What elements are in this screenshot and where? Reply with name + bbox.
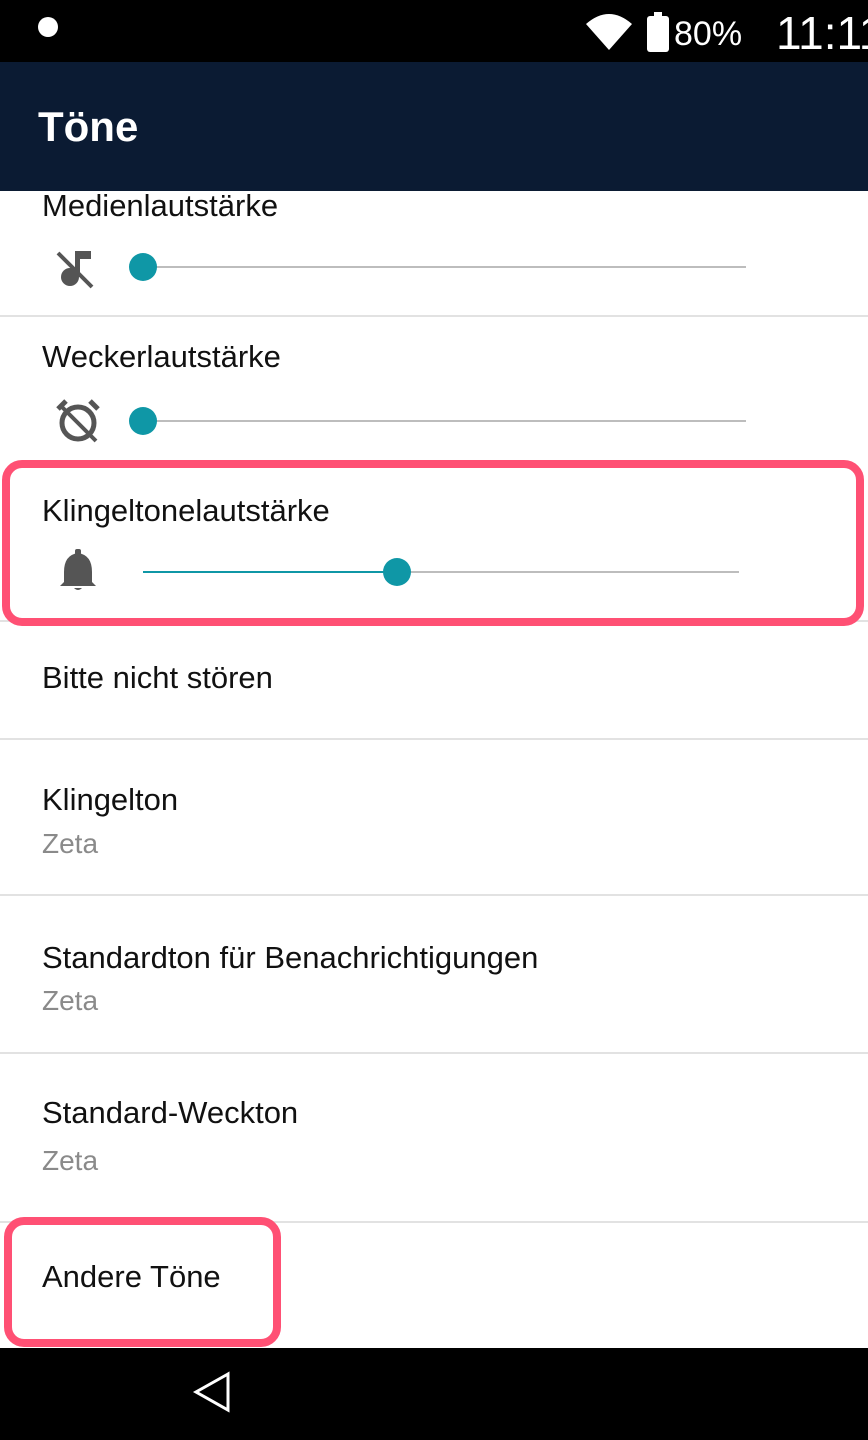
setting-title: Andere Töne xyxy=(42,1259,221,1294)
settings-list[interactable]: Medienlautstärke Weckerlautstärke Klinge… xyxy=(0,191,868,1348)
setting-value: Zeta xyxy=(42,828,99,859)
notification-dot-icon xyxy=(38,17,58,37)
media-volume-thumb[interactable] xyxy=(129,253,157,281)
divider xyxy=(0,1052,868,1054)
bell-icon xyxy=(60,549,96,590)
divider xyxy=(0,738,868,740)
setting-title: Klingelton xyxy=(42,782,179,817)
app-bar: Töne xyxy=(0,62,868,191)
setting-title: Bitte nicht stören xyxy=(42,660,273,695)
alarm-volume-track[interactable] xyxy=(143,420,746,422)
alarm-volume-thumb[interactable] xyxy=(129,407,157,435)
battery-icon xyxy=(647,12,669,52)
alarm-volume-label: Weckerlautstärke xyxy=(42,339,281,374)
setting-value: Zeta xyxy=(42,985,99,1016)
back-icon[interactable] xyxy=(190,1370,234,1414)
clock: 11:11 xyxy=(776,7,868,59)
divider xyxy=(0,894,868,896)
media-volume-track[interactable] xyxy=(143,266,746,268)
status-bar: 80% 11:11 xyxy=(0,0,868,62)
music-off-icon xyxy=(56,251,94,289)
setting-value: Zeta xyxy=(42,1145,99,1176)
divider xyxy=(0,620,868,622)
battery-percent: 80% xyxy=(674,15,743,53)
media-volume-label: Medienlautstärke xyxy=(42,191,279,223)
ringtone-volume-thumb[interactable] xyxy=(383,558,411,586)
ringtone-volume-progress xyxy=(143,571,397,573)
divider xyxy=(0,315,868,317)
ringtone-volume-label: Klingeltonelautstärke xyxy=(42,493,330,528)
navigation-bar xyxy=(0,1348,868,1440)
divider xyxy=(0,1221,868,1223)
setting-title: Standard-Weckton xyxy=(42,1095,299,1130)
alarm-off-icon xyxy=(56,399,100,443)
setting-title: Standardton für Benachrichtigungen xyxy=(42,940,539,975)
page-title: Töne xyxy=(38,103,139,150)
wifi-icon xyxy=(586,14,632,50)
